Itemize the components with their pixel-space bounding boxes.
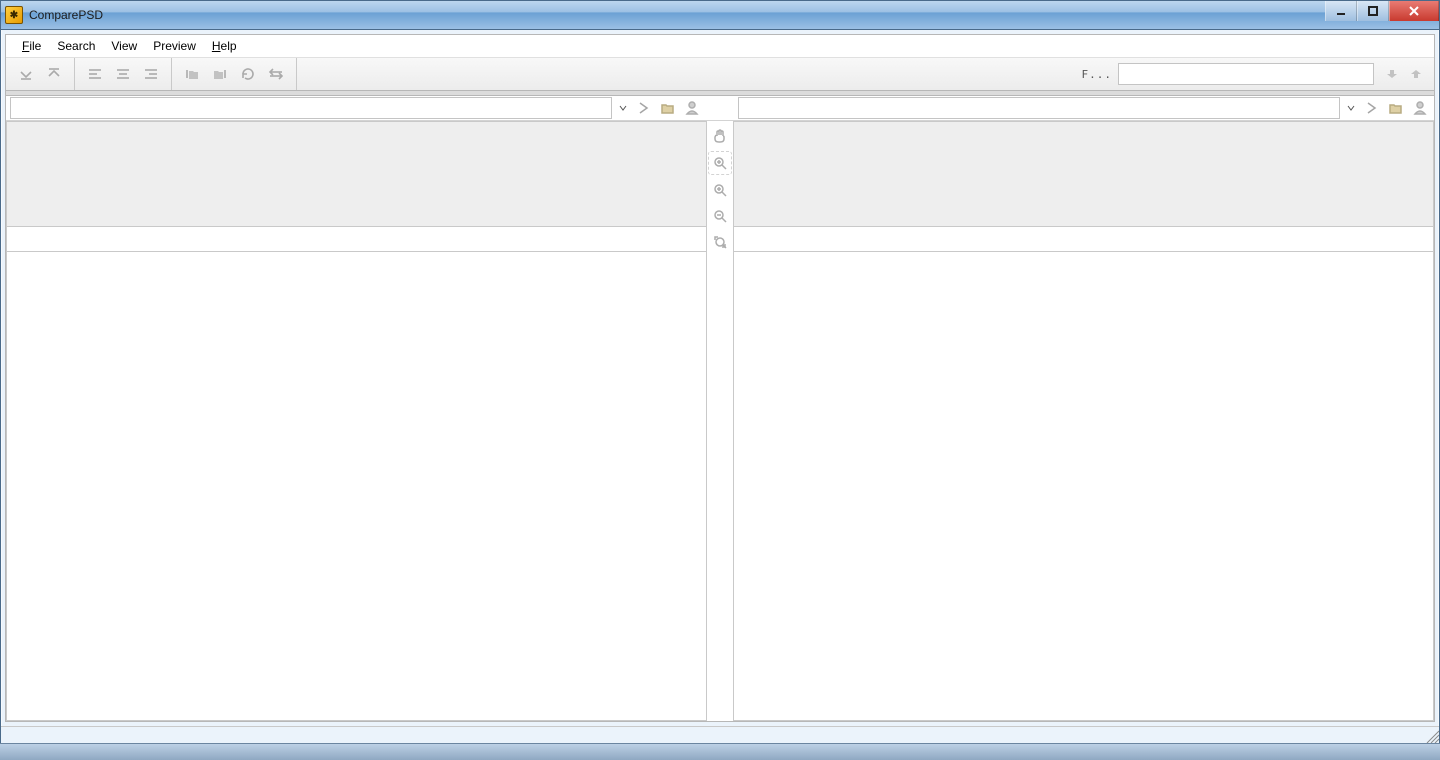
- menu-preview[interactable]: Preview: [145, 35, 204, 57]
- close-button[interactable]: [1389, 1, 1439, 21]
- refresh-button[interactable]: [236, 62, 260, 86]
- left-path-area: [6, 96, 706, 120]
- left-pick-button[interactable]: [682, 98, 702, 118]
- align-left-button[interactable]: [83, 62, 107, 86]
- taskbar[interactable]: [0, 743, 1440, 760]
- right-path-area: [734, 96, 1434, 120]
- center-tool-strip: [707, 121, 733, 721]
- statusbar: [1, 726, 1439, 743]
- left-preview[interactable]: [6, 121, 707, 227]
- left-path-input[interactable]: [10, 97, 612, 119]
- left-info-row: [6, 227, 707, 252]
- right-go-button[interactable]: [1362, 98, 1382, 118]
- maximize-button[interactable]: [1357, 1, 1389, 21]
- zoom-region-button[interactable]: [708, 151, 732, 175]
- window-title: ComparePSD: [29, 8, 103, 22]
- titlebar[interactable]: ✱ ComparePSD: [1, 1, 1439, 30]
- right-info-row: [733, 227, 1434, 252]
- window-controls: [1325, 1, 1439, 21]
- menu-view[interactable]: View: [103, 35, 145, 57]
- find-prev-button[interactable]: [1406, 64, 1426, 84]
- left-panel: [6, 121, 707, 721]
- copy-up-button[interactable]: [42, 62, 66, 86]
- left-go-button[interactable]: [634, 98, 654, 118]
- compare-area: [6, 121, 1434, 721]
- find-next-button[interactable]: [1382, 64, 1402, 84]
- path-bars: [6, 96, 1434, 121]
- right-path-dropdown[interactable]: [1344, 99, 1358, 117]
- menu-help[interactable]: Help: [204, 35, 245, 57]
- minimize-button[interactable]: [1325, 1, 1357, 21]
- right-path-input[interactable]: [738, 97, 1340, 119]
- left-browse-button[interactable]: [658, 98, 678, 118]
- right-panel: [733, 121, 1434, 721]
- application-window: ✱ ComparePSD File Search View Preview He…: [0, 0, 1440, 744]
- open-right-button[interactable]: [208, 62, 232, 86]
- zoom-fit-button[interactable]: [709, 231, 731, 253]
- zoom-out-button[interactable]: [709, 205, 731, 227]
- align-right-button[interactable]: [139, 62, 163, 86]
- hand-tool-button[interactable]: [709, 125, 731, 147]
- align-center-button[interactable]: [111, 62, 135, 86]
- resize-grip[interactable]: [1423, 727, 1439, 743]
- left-path-dropdown[interactable]: [616, 99, 630, 117]
- right-browse-button[interactable]: [1386, 98, 1406, 118]
- right-pick-button[interactable]: [1410, 98, 1430, 118]
- zoom-in-button[interactable]: [709, 179, 731, 201]
- right-canvas[interactable]: [733, 252, 1434, 721]
- swap-sides-button[interactable]: [264, 62, 288, 86]
- right-preview[interactable]: [733, 121, 1434, 227]
- open-left-button[interactable]: [180, 62, 204, 86]
- filter-area: F...: [1082, 63, 1435, 85]
- menu-search[interactable]: Search: [49, 35, 103, 57]
- copy-down-button[interactable]: [14, 62, 38, 86]
- client-area: File Search View Preview Help: [5, 34, 1435, 722]
- toolbar: F...: [6, 58, 1434, 91]
- left-canvas[interactable]: [6, 252, 707, 721]
- filter-label: F...: [1082, 68, 1113, 81]
- app-icon: ✱: [5, 6, 23, 24]
- filter-input[interactable]: [1118, 63, 1374, 85]
- menubar: File Search View Preview Help: [6, 35, 1434, 58]
- menu-file[interactable]: File: [14, 35, 49, 57]
